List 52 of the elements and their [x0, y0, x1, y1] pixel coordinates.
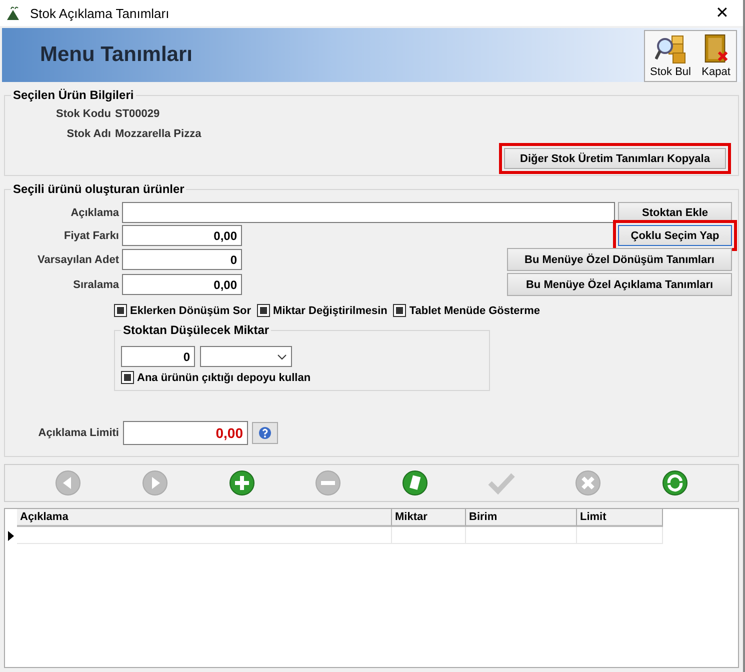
help-icon — [258, 426, 272, 440]
option-checkbox[interactable]: Miktar Değiştirilmesin — [257, 304, 388, 317]
number-input[interactable]: 0 — [122, 249, 242, 270]
checkbox-icon[interactable] — [114, 304, 127, 317]
window-title: Stok Açıklama Tanımları — [30, 6, 170, 20]
number-input[interactable]: 0,00 — [122, 274, 242, 295]
field-value: Mozzarella Pizza — [115, 128, 202, 140]
amount-input[interactable]: 0 — [121, 346, 195, 367]
number-input[interactable]: 0,00 — [122, 225, 242, 246]
field-label: Varsayılan Adet — [36, 254, 119, 266]
help-button[interactable] — [252, 422, 278, 444]
checkbox-label: Tablet Menüde Gösterme — [409, 304, 540, 316]
magnifier-boxes-icon — [654, 34, 687, 64]
group-title: Stoktan Düşülecek Miktar — [122, 323, 270, 337]
copy-definitions-button[interactable]: Diğer Stok Üretim Tanımları Kopyala — [499, 143, 731, 174]
checkbox-icon[interactable] — [393, 304, 406, 317]
tool-button[interactable]: Kapat — [696, 31, 736, 81]
option-checkbox[interactable]: Eklerken Dönüşüm Sor — [114, 304, 252, 317]
action-button[interactable]: Bu Menüye Özel Dönüşüm Tanımları — [507, 248, 732, 271]
field-label: Açıklama Limiti — [37, 426, 119, 438]
action-button[interactable]: Çoklu Seçim Yap — [613, 220, 737, 251]
unit-dropdown[interactable] — [200, 346, 292, 367]
description-input[interactable] — [122, 202, 615, 223]
checkbox-icon[interactable] — [121, 371, 134, 384]
refresh-icon[interactable] — [660, 469, 689, 497]
action-button[interactable]: Bu Menüye Özel Açıklama Tanımları — [507, 273, 732, 296]
field-label: Stok Adı — [66, 128, 111, 140]
checkbox-label: Eklerken Dönüşüm Sor — [130, 304, 252, 316]
field-label: Sıralama — [72, 278, 119, 290]
close-button[interactable]: ✕ — [707, 1, 737, 25]
chevron-down-icon — [277, 354, 287, 360]
option-checkbox[interactable]: Tablet Menüde Gösterme — [393, 304, 540, 317]
column-header[interactable]: Miktar — [392, 509, 466, 527]
column-header[interactable]: Limit — [577, 509, 663, 527]
group-title: Seçili ürünü oluşturan ürünler — [12, 182, 186, 196]
checkbox-label: Ana ürünün çıktığı depoyu kullan — [137, 372, 311, 384]
field-label: Stok Kodu — [55, 108, 111, 120]
field-value: ST00029 — [115, 108, 160, 120]
row-pointer-icon — [8, 530, 14, 540]
page-title: Menu Tanımları — [40, 43, 194, 67]
field-label: Açıklama — [70, 206, 119, 218]
field-label: Fiyat Farkı — [62, 230, 119, 242]
edit-icon[interactable] — [400, 469, 429, 497]
group-title: Seçilen Ürün Bilgileri — [12, 88, 135, 102]
column-header[interactable]: Birim — [466, 509, 577, 527]
checkbox-label: Miktar Değiştirilmesin — [273, 304, 388, 316]
checkbox-icon[interactable] — [257, 304, 270, 317]
add-icon[interactable] — [228, 469, 256, 497]
column-header[interactable]: Açıklama — [17, 509, 392, 527]
tool-button[interactable]: Stok Bul — [645, 31, 696, 81]
limit-input[interactable]: 0,00 — [123, 420, 248, 444]
option-checkbox[interactable]: Ana ürünün çıktığı depoyu kullan — [121, 371, 483, 384]
